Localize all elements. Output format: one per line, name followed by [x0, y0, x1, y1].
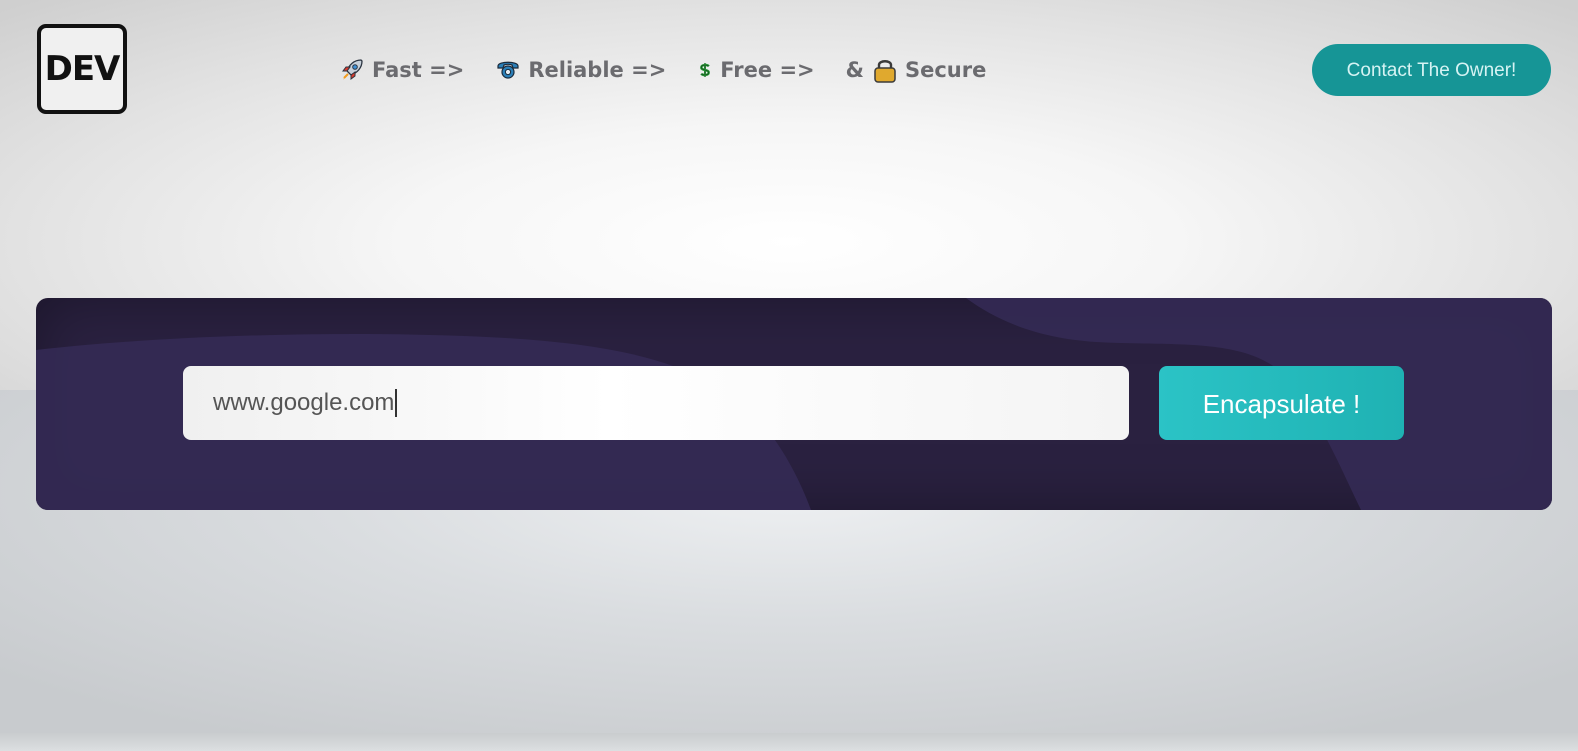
encapsulate-panel: www.google.com Encapsulate !: [36, 298, 1552, 510]
contact-owner-button[interactable]: Contact The Owner!: [1312, 44, 1551, 96]
feature-list: Fast => Reliable => Free => & Secure: [339, 52, 986, 88]
lock-icon: [874, 60, 896, 83]
feature-fast-label: Fast =>: [372, 58, 465, 82]
encapsulate-button[interactable]: Encapsulate !: [1159, 366, 1404, 440]
feature-free: Free =>: [697, 57, 815, 83]
feature-secure: & Secure: [845, 57, 987, 83]
feature-fast: Fast =>: [339, 57, 464, 83]
feature-free-label: Free =>: [720, 58, 815, 82]
feature-secure-prefix: &: [845, 58, 864, 82]
telephone-icon: [497, 61, 519, 79]
feature-reliable: Reliable =>: [495, 57, 666, 83]
dev-logo[interactable]: DEV: [37, 24, 127, 114]
dollar-icon: [700, 63, 711, 77]
feature-reliable-label: Reliable =>: [528, 58, 667, 82]
feature-secure-label: Secure: [904, 58, 987, 82]
url-input[interactable]: www.google.com: [183, 366, 1129, 440]
url-input-value: www.google.com: [213, 389, 395, 416]
text-caret: [395, 389, 398, 417]
rocket-icon: [342, 59, 363, 80]
background-bottom-edge: [0, 733, 1578, 751]
logo-text: DEV: [44, 49, 121, 89]
